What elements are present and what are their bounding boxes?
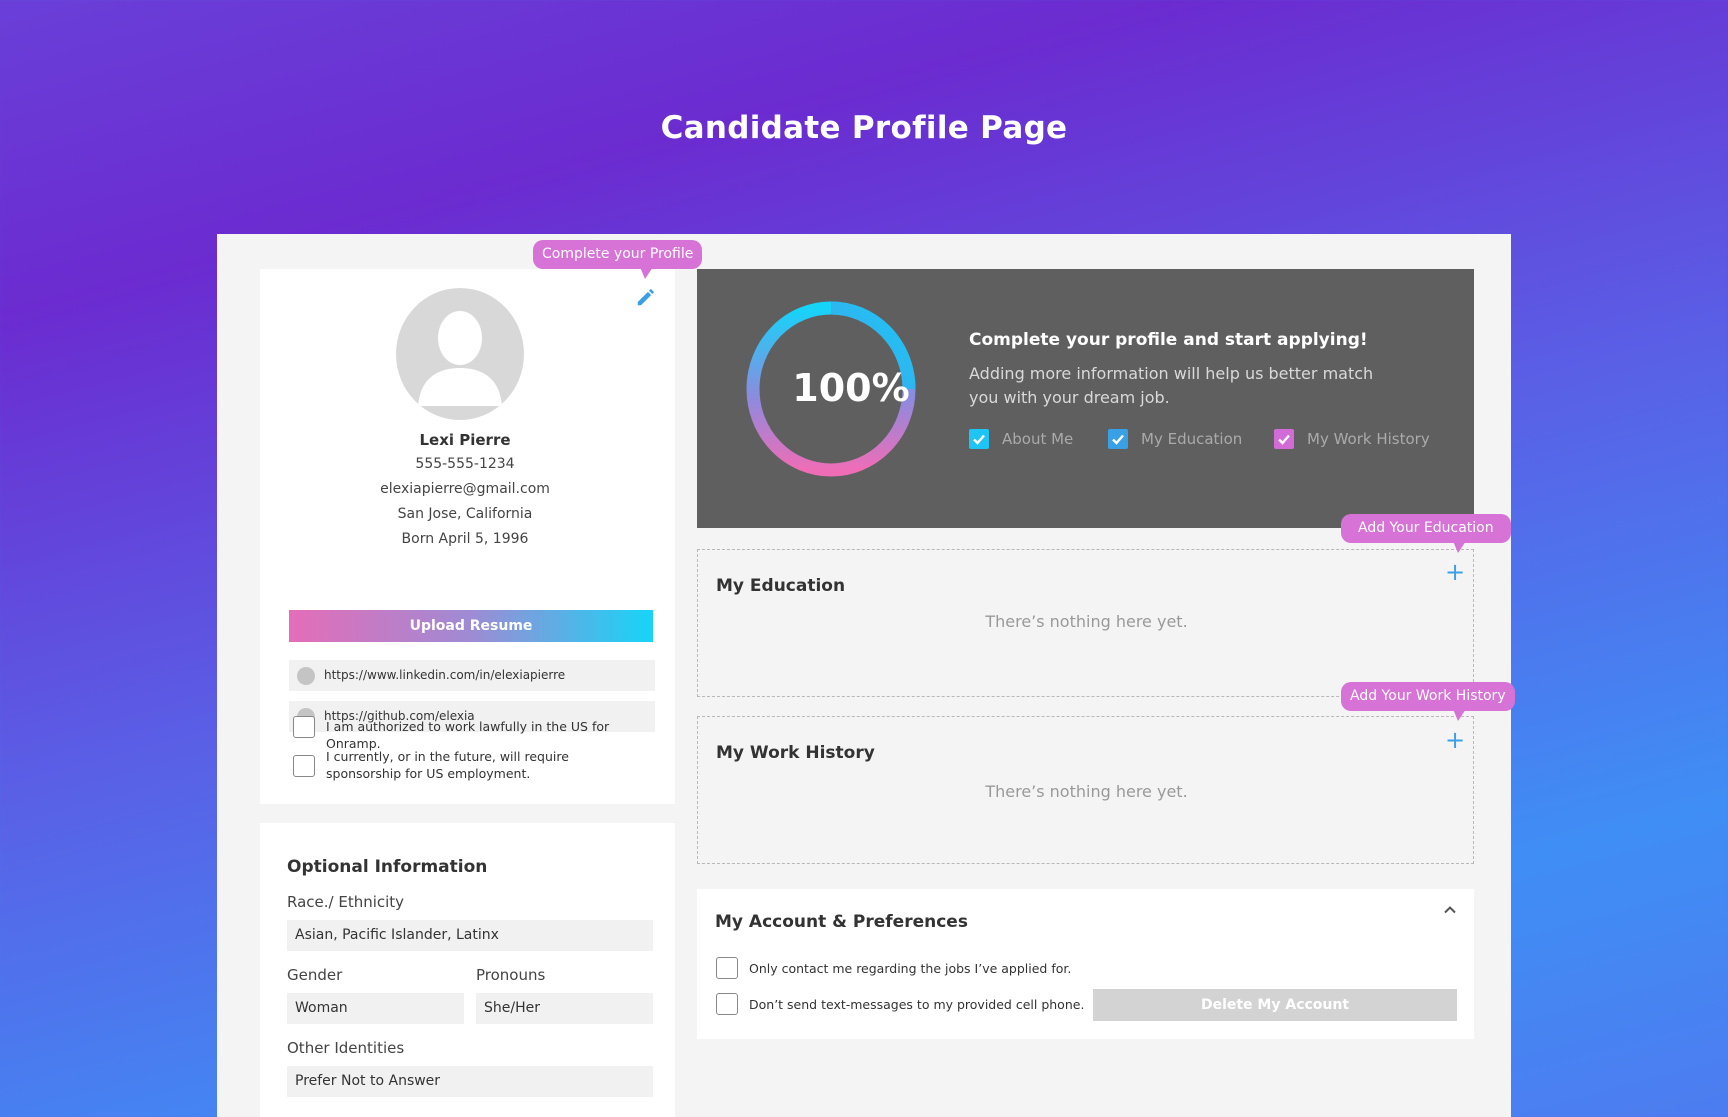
add-work-history-plus-icon[interactable]: + <box>1445 728 1465 752</box>
add-education-plus-icon[interactable]: + <box>1445 560 1465 584</box>
pronouns-label: Pronouns <box>476 966 546 984</box>
add-education-tooltip: Add Your Education <box>1341 514 1511 553</box>
progress-subtitle: Adding more information will help us bet… <box>969 364 1374 407</box>
no-text-messages-label: Don’t send text-messages to my provided … <box>749 997 1085 1012</box>
optional-info-card: Optional Information Race./ Ethnicity As… <box>260 823 675 1117</box>
chevron-up-icon[interactable] <box>1442 902 1458 918</box>
contact-applied-jobs-label: Only contact me regarding the jobs I’ve … <box>749 961 1072 976</box>
work-history-check-label: My Work History <box>1307 430 1430 448</box>
work-authorization-checkbox[interactable] <box>293 716 315 738</box>
complete-profile-tooltip: Complete your Profile <box>533 240 703 279</box>
sponsorship-label: I currently, or in the future, will requ… <box>326 749 569 781</box>
optional-info-title: Optional Information <box>287 857 488 877</box>
progress-percent: 100% <box>792 366 910 410</box>
account-title: My Account & Preferences <box>715 912 968 932</box>
race-field[interactable]: Asian, Pacific Islander, Latinx <box>287 920 653 951</box>
work-history-section: My Work History There’s nothing here yet… <box>697 716 1474 864</box>
profile-birthdate: Born April 5, 1996 <box>401 531 529 547</box>
linkedin-url: https://www.linkedin.com/in/elexiapierre <box>324 668 566 682</box>
pencil-icon[interactable] <box>635 286 657 308</box>
no-text-messages-checkbox[interactable] <box>716 993 738 1015</box>
other-identities-field[interactable]: Prefer Not to Answer <box>287 1066 653 1097</box>
education-section: My Education There’s nothing here yet. + <box>697 549 1474 697</box>
work-history-check-icon <box>1274 429 1294 449</box>
contact-applied-jobs-checkbox[interactable] <box>716 957 738 979</box>
profile-progress-card: 100% Complete your profile and start app… <box>697 269 1474 528</box>
upload-resume-button[interactable]: Upload Resume <box>289 610 653 642</box>
work-history-empty-text: There’s nothing here yet. <box>985 782 1188 801</box>
education-check-icon <box>1108 429 1128 449</box>
other-identities-label: Other Identities <box>287 1039 405 1057</box>
work-history-title: My Work History <box>716 743 875 763</box>
profile-frame: Lexi Pierre 555-555-1234 elexiapierre@gm… <box>217 234 1511 1117</box>
linkedin-url-field[interactable]: https://www.linkedin.com/in/elexiapierre <box>289 660 655 691</box>
delete-account-button[interactable]: Delete My Account <box>1093 989 1457 1021</box>
sponsorship-checkbox[interactable] <box>293 755 315 777</box>
about-me-check-icon <box>969 429 989 449</box>
education-title: My Education <box>716 576 846 596</box>
link-icon <box>297 667 315 685</box>
progress-title: Complete your profile and start applying… <box>969 330 1368 350</box>
gender-label: Gender <box>287 966 343 984</box>
page-title: Candidate Profile Page <box>660 110 1068 146</box>
account-preferences-card: My Account & Preferences Only contact me… <box>697 889 1474 1039</box>
profile-card: Lexi Pierre 555-555-1234 elexiapierre@gm… <box>260 269 675 804</box>
about-me-label: About Me <box>1002 430 1074 448</box>
profile-name: Lexi Pierre <box>419 431 511 449</box>
person-silhouette-icon <box>418 311 502 406</box>
pronouns-field[interactable]: She/Her <box>476 993 653 1024</box>
education-check-label: My Education <box>1141 430 1243 448</box>
race-label: Race./ Ethnicity <box>287 893 405 911</box>
add-work-history-tooltip: Add Your Work History <box>1341 682 1515 721</box>
avatar <box>396 288 524 420</box>
profile-email: elexiapierre@gmail.com <box>380 481 550 497</box>
profile-phone: 555-555-1234 <box>415 456 515 472</box>
gender-field[interactable]: Woman <box>287 993 464 1024</box>
work-authorization-label: I am authorized to work lawfully in the … <box>326 719 610 751</box>
education-empty-text: There’s nothing here yet. <box>985 612 1188 631</box>
profile-location: San Jose, California <box>397 506 533 522</box>
